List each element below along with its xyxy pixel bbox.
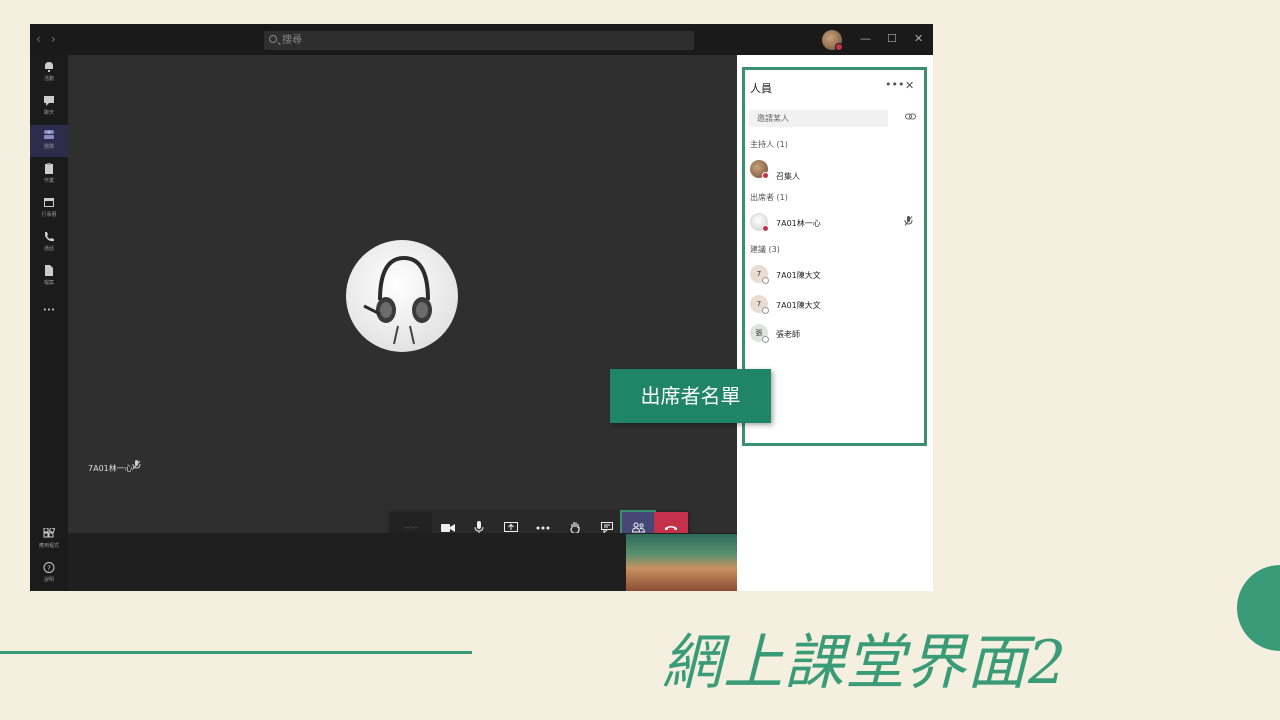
profile-avatar[interactable] [822,30,843,51]
attendee-row[interactable]: 7A01林一心 [750,213,920,233]
rail-label: 說明 [43,577,54,583]
nav-arrows: ‹ › [36,32,56,46]
hang-up-icon [665,525,678,530]
rail-item-teams[interactable]: 團隊 [30,125,68,157]
suggested-row[interactable]: 張 張老師 [750,324,920,344]
rail-label: 聊天 [43,110,54,116]
rail-item-more[interactable]: ••• [30,301,68,333]
mic-muted-icon [904,216,913,229]
decorative-line [0,651,472,654]
decorative-circle [1237,565,1280,651]
close-icon[interactable]: ✕ [905,79,914,92]
chat-icon [43,95,55,106]
rail-label: 團隊 [43,144,54,150]
share-link-icon[interactable] [905,112,916,123]
suggested-row[interactable]: 7 7A01陳大文 [750,265,920,285]
files-icon [43,265,55,276]
status-dot [762,307,769,314]
participant-name: 7A01陳大文 [776,271,821,280]
invite-input[interactable]: 邀請某人 [749,110,888,127]
calendar-icon [43,197,55,208]
rail-label: 應用程式 [38,543,59,549]
search-input[interactable]: 搜尋 [264,31,694,50]
self-video-preview[interactable] [626,534,737,591]
apps-icon [43,526,56,539]
phone-icon [43,231,55,242]
participant-name: 7A01林一心 [776,219,821,228]
rail-item-help[interactable]: ? 說明 [30,558,68,590]
more-options-icon[interactable]: ••• [885,78,904,91]
back-icon[interactable]: ‹ [36,32,41,46]
chat-icon [600,522,613,533]
meeting-stage: 7A01林一心 --:-- [68,55,737,545]
help-icon: ? [43,562,55,573]
section-organizer: 主持人 (1) [750,140,788,149]
status-dot [762,277,769,284]
rail-item-files[interactable]: 檔案 [30,261,68,293]
share-screen-icon [504,521,519,532]
rail-item-assignments[interactable]: 作業 [30,159,68,191]
status-dot [762,225,769,232]
participant-name-label: 7A01林一心 [88,464,133,473]
people-panel-title: 人員 [750,82,772,95]
mic-muted-icon [132,460,141,473]
search-icon [269,35,277,43]
svg-text:?: ? [47,565,51,573]
camera-icon [440,523,455,532]
participant-name: 召集人 [776,172,800,181]
attendee-list-callout: 出席者名單 [610,369,771,423]
more-icon: ••• [42,306,56,314]
rail-item-chat[interactable]: 聊天 [30,91,68,123]
app-rail: 活動 聊天 團隊 作業 行事曆 通話 檔案 ••• 應用程式 ? 說明 [30,55,68,591]
participant-avatar-headset [346,240,458,352]
assignments-icon [43,163,55,174]
status-dot [762,336,769,343]
rail-label: 通話 [43,246,54,252]
rail-item-calls[interactable]: 通話 [30,227,68,259]
participant-name: 張老師 [776,330,800,339]
more-icon [536,526,550,529]
participant-name: 7A01陳大文 [776,301,821,310]
close-window-button[interactable]: ✕ [914,32,923,45]
maximize-button[interactable]: ☐ [887,32,897,45]
teams-icon [43,129,55,140]
organizer-row[interactable]: 召集人 [750,160,920,181]
rail-label: 檔案 [43,280,54,286]
status-dot [762,172,769,179]
rail-item-apps[interactable]: 應用程式 [30,524,68,556]
section-attendees: 出席者 (1) [750,193,788,202]
rail-label: 活動 [43,76,54,82]
rail-item-activity[interactable]: 活動 [30,57,68,89]
forward-icon[interactable]: › [51,32,56,46]
suggested-row[interactable]: 7 7A01陳大文 [750,295,920,315]
rail-item-calendar[interactable]: 行事曆 [30,193,68,225]
people-icon [631,522,645,533]
minimize-button[interactable]: — [860,32,871,45]
rail-label: 作業 [43,178,54,184]
search-placeholder: 搜尋 [282,35,302,46]
title-bar: ‹ › 搜尋 — ☐ ✕ [30,24,933,55]
rail-label: 行事曆 [41,212,57,218]
section-suggested: 建議 (3) [750,245,780,254]
slide-title: 網上課堂界面2 [662,628,1068,698]
bell-icon [43,61,55,72]
